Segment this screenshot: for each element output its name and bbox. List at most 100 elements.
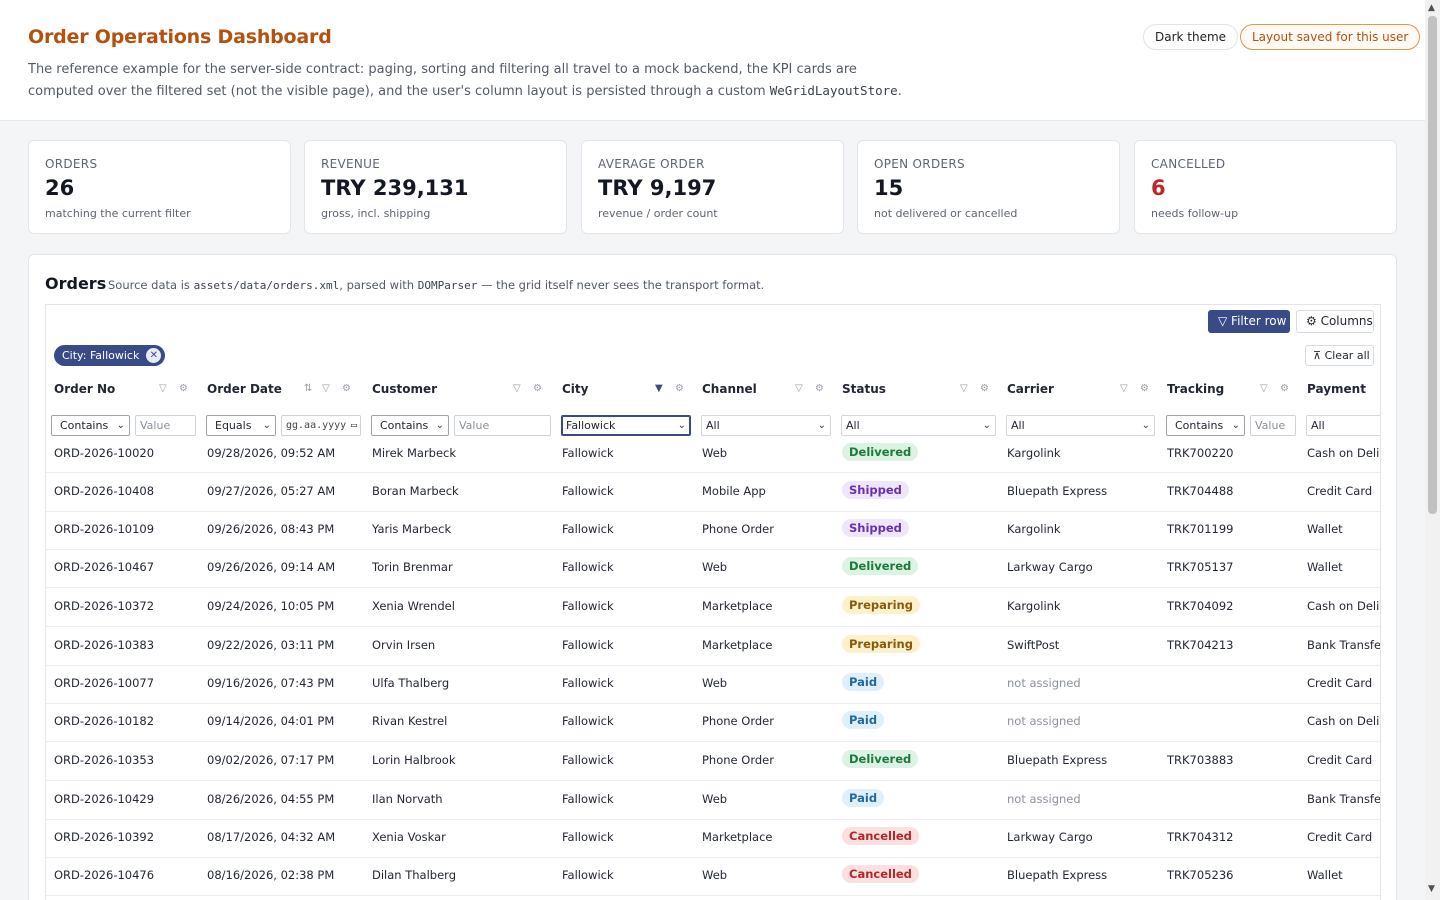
filter-icon[interactable]: ▽ bbox=[960, 374, 968, 404]
cell-payment: Cash on Delivery bbox=[1307, 714, 1380, 728]
filter-icon[interactable]: ▽ bbox=[322, 374, 330, 404]
gear-icon[interactable]: ⚙ bbox=[533, 374, 542, 404]
cell-channel: Phone Order bbox=[702, 522, 774, 536]
table-row[interactable]: ORD-2026-10109 09/26/2026, 08:43 PM Yaris … bbox=[46, 512, 1380, 551]
col-order-date[interactable]: Order Date ⇅ ▽ ⚙ bbox=[199, 374, 364, 404]
filter-icon[interactable]: ▽ bbox=[513, 374, 521, 404]
date-filter-input[interactable]: gg.aa.yyyy ▭ bbox=[281, 415, 361, 436]
cell-order-no: ORD-2026-10467 bbox=[54, 560, 155, 574]
columns-button[interactable]: ⚙ Columns bbox=[1296, 310, 1374, 333]
cell-payment: Credit Card bbox=[1307, 830, 1373, 844]
kpi-revenue: REVENUE TRY 239,131 gross, incl. shippin… bbox=[304, 140, 567, 234]
payment-filter-select[interactable]: All bbox=[1306, 415, 1380, 436]
cell-date: 09/26/2026, 08:43 PM bbox=[207, 522, 335, 536]
col-status[interactable]: Status ▽ ⚙ bbox=[834, 374, 999, 404]
cell-status: Paid bbox=[842, 789, 885, 807]
col-tracking[interactable]: Tracking ▽ ⚙ bbox=[1159, 374, 1299, 404]
cell-customer: Yaris Marbeck bbox=[372, 522, 452, 536]
cell-channel: Web bbox=[702, 676, 728, 690]
filter-icon[interactable]: ▽ bbox=[159, 374, 167, 404]
city-filter-select[interactable]: Fallowick ⌄ bbox=[561, 415, 691, 436]
col-city[interactable]: City ▼ ⚙ bbox=[554, 374, 694, 404]
table-row[interactable]: ORD-2026-10408 09/27/2026, 05:27 AM Boran … bbox=[46, 474, 1380, 513]
gear-icon[interactable]: ⚙ bbox=[1140, 374, 1149, 404]
table-row[interactable]: ORD-2026-10077 09/16/2026, 07:43 PM Ulfa T… bbox=[46, 666, 1380, 705]
col-channel[interactable]: Channel ▽ ⚙ bbox=[694, 374, 834, 404]
cell-carrier: Bluepath Express bbox=[1007, 484, 1108, 498]
col-carrier[interactable]: Carrier ▽ ⚙ bbox=[999, 374, 1159, 404]
cell-status: Delivered bbox=[842, 557, 919, 575]
gear-icon: ⚙ bbox=[1306, 314, 1321, 328]
chevron-down-icon: ⌄ bbox=[677, 420, 686, 431]
dark-theme-button[interactable]: Dark theme bbox=[1143, 24, 1239, 50]
cell-carrier: Kargolink bbox=[1007, 446, 1061, 460]
kpi-average-order: AVERAGE ORDER TRY 9,197 revenue / order … bbox=[581, 140, 844, 234]
table-row[interactable]: ORD-2026-10467 09/26/2026, 09:14 AM Torin … bbox=[46, 550, 1380, 589]
status-badge: Paid bbox=[842, 711, 885, 729]
customer-filter-input[interactable]: Value bbox=[454, 415, 551, 436]
order-no-filter-input[interactable]: Value bbox=[135, 415, 196, 436]
page-scrollbar[interactable]: ▲ ▼ bbox=[1425, 0, 1440, 900]
customer-operator-select[interactable]: Contains ⌄ bbox=[371, 415, 449, 436]
status-filter-select[interactable]: All ⌄ bbox=[841, 415, 996, 436]
table-row[interactable]: ORD-2026-10383 09/22/2026, 03:11 PM Orvin … bbox=[46, 628, 1380, 667]
calendar-icon[interactable]: ▭ bbox=[351, 416, 357, 435]
filter-icon[interactable]: ▽ bbox=[1120, 374, 1128, 404]
table-row[interactable]: ORD-2026-10020 09/28/2026, 09:52 AM Mirek … bbox=[46, 435, 1380, 474]
col-payment[interactable]: Payment bbox=[1299, 374, 1380, 404]
kpi-orders: ORDERS 26 matching the current filter bbox=[28, 140, 291, 234]
cell-customer: Ilan Norvath bbox=[372, 792, 443, 806]
table-row[interactable]: ORD-2026-10182 09/14/2026, 04:01 PM Rivan … bbox=[46, 704, 1380, 743]
table-row[interactable]: ORD-2026-10429 08/26/2026, 04:55 PM Ilan N… bbox=[46, 782, 1380, 821]
cell-channel: Mobile App bbox=[702, 484, 766, 498]
scroll-down-icon[interactable]: ▼ bbox=[1428, 884, 1435, 894]
clear-all-button[interactable]: ⊼ Clear all bbox=[1305, 345, 1374, 366]
cell-date: 09/28/2026, 09:52 AM bbox=[207, 446, 336, 460]
cell-date: 08/26/2026, 04:55 PM bbox=[207, 792, 335, 806]
cell-payment: Credit Card bbox=[1307, 753, 1373, 767]
filter-row-button[interactable]: ▽ Filter row bbox=[1208, 310, 1290, 333]
orders-grid: ▽ Filter row ⚙ Columns City: Fallowick ✕ … bbox=[45, 304, 1381, 900]
table-row[interactable]: ORD-2026-10372 09/24/2026, 10:05 PM Xenia … bbox=[46, 589, 1380, 628]
col-order-no[interactable]: Order No ▽ ⚙ bbox=[46, 374, 200, 404]
gear-icon[interactable]: ⚙ bbox=[675, 374, 684, 404]
cell-order-no: ORD-2026-10020 bbox=[54, 446, 155, 460]
date-operator-select[interactable]: Equals ⌄ bbox=[206, 415, 276, 436]
cell-status: Delivered bbox=[842, 443, 919, 461]
table-row[interactable]: ORD-2026-10392 08/17/2026, 04:32 AM Xenia … bbox=[46, 820, 1380, 859]
gear-icon[interactable]: ⚙ bbox=[1280, 374, 1289, 404]
cell-customer: Torin Brenmar bbox=[372, 560, 453, 574]
scroll-up-icon[interactable]: ▲ bbox=[1428, 3, 1435, 13]
cell-carrier: SwiftPost bbox=[1007, 638, 1060, 652]
sort-icon[interactable]: ⇅ bbox=[304, 374, 312, 404]
table-row[interactable]: ORD-2026-10353 09/02/2026, 07:17 PM Lorin … bbox=[46, 743, 1380, 782]
layout-saved-badge: Layout saved for this user bbox=[1240, 24, 1421, 50]
gear-icon[interactable]: ⚙ bbox=[179, 374, 188, 404]
gear-icon[interactable]: ⚙ bbox=[980, 374, 989, 404]
status-badge: Delivered bbox=[842, 750, 919, 768]
filter-icon[interactable]: ▽ bbox=[795, 374, 803, 404]
scrollbar-thumb[interactable] bbox=[1428, 16, 1437, 514]
tracking-filter-input[interactable]: Value bbox=[1250, 415, 1296, 436]
close-icon[interactable]: ✕ bbox=[146, 348, 162, 363]
cell-order-no: ORD-2026-10408 bbox=[54, 484, 155, 498]
filter-active-icon[interactable]: ▼ bbox=[655, 374, 663, 404]
carrier-filter-select[interactable]: All ⌄ bbox=[1006, 415, 1155, 436]
cell-status: Paid bbox=[842, 673, 885, 691]
table-row[interactable]: ORD-2026-10476 08/16/2026, 02:38 PM Dilan … bbox=[46, 858, 1380, 897]
cell-customer: Rivan Kestrel bbox=[372, 714, 448, 728]
cell-order-no: ORD-2026-10182 bbox=[54, 714, 155, 728]
gear-icon[interactable]: ⚙ bbox=[815, 374, 824, 404]
order-no-operator-select[interactable]: Contains ⌄ bbox=[51, 415, 130, 436]
filter-icon[interactable]: ▽ bbox=[1260, 374, 1268, 404]
cell-city: Fallowick bbox=[562, 638, 614, 652]
cell-channel: Web bbox=[702, 560, 728, 574]
cell-status: Cancelled bbox=[842, 827, 919, 845]
cell-order-no: ORD-2026-10476 bbox=[54, 868, 155, 882]
cell-tracking: TRK704488 bbox=[1167, 484, 1234, 498]
tracking-operator-select[interactable]: Contains ⌄ bbox=[1166, 415, 1245, 436]
gear-icon[interactable]: ⚙ bbox=[342, 374, 351, 404]
chevron-down-icon: ⌄ bbox=[1231, 420, 1240, 431]
channel-filter-select[interactable]: All ⌄ bbox=[701, 415, 831, 436]
col-customer[interactable]: Customer ▽ ⚙ bbox=[364, 374, 554, 404]
